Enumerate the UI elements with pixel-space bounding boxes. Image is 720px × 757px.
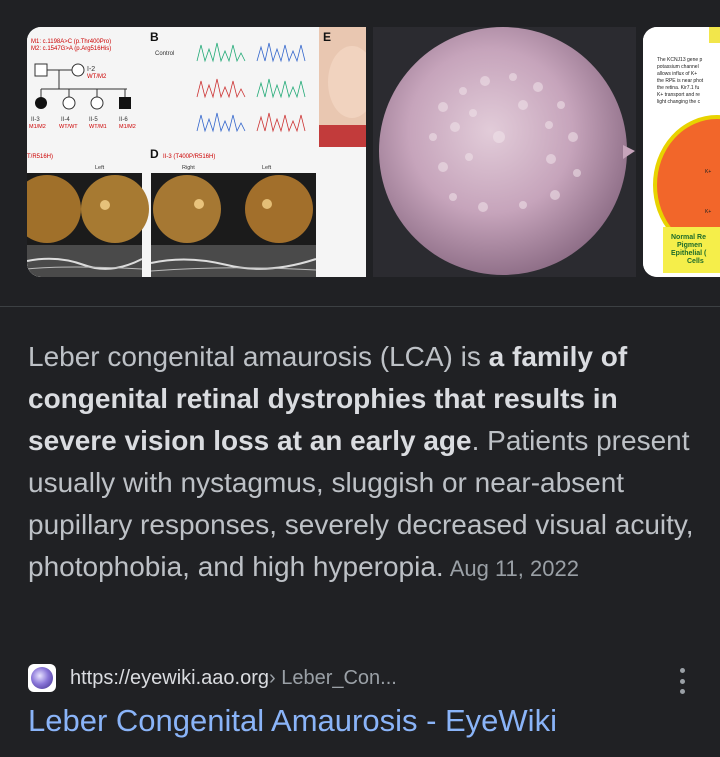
more-vert-icon[interactable] bbox=[672, 668, 692, 694]
control-label: Control bbox=[155, 51, 174, 57]
featured-snippet-text: Leber congenital amaurosis (LCA) is a fa… bbox=[28, 336, 698, 590]
genetics-figure-graphic: M1: c.1198A>C (p.Thr400Pro) M2: c.1547G>… bbox=[27, 27, 366, 277]
diagram-line-5: the retina. Kir7.1 fu bbox=[657, 85, 699, 91]
pedigree-ii5: II-5 bbox=[89, 117, 98, 123]
panel-b-label: B bbox=[150, 30, 159, 44]
fundus-photo-image[interactable] bbox=[373, 27, 636, 277]
pedigree-ii6-genotype: M1/M2 bbox=[119, 124, 136, 130]
pedigree-i2-genotype: WT/M2 bbox=[87, 74, 107, 80]
pedigree-ii4-genotype: WT/WT bbox=[59, 124, 78, 130]
panel-d-label: D bbox=[150, 147, 159, 161]
snippet-date: Aug 11, 2022 bbox=[449, 556, 579, 581]
pedigree-i2: I-2 bbox=[87, 66, 95, 73]
source-url[interactable]: https://eyewiki.aao.org bbox=[70, 667, 269, 690]
pedigree-ii4: II-4 bbox=[61, 117, 70, 123]
diagram-line-4: the RPE is near phot bbox=[657, 78, 704, 84]
mutation-1-text: M1: c.1198A>C (p.Thr400Pro) bbox=[31, 39, 111, 45]
rpe-diagram-image[interactable]: The KCNJ13 gene p potassium channel allo… bbox=[643, 27, 720, 277]
eyewiki-favicon-icon bbox=[28, 664, 56, 692]
diagram-line-3: allows influx of K+ bbox=[657, 71, 697, 77]
panel-e-label: E bbox=[323, 30, 331, 44]
rpe-diagram-graphic: The KCNJ13 gene p potassium channel allo… bbox=[643, 27, 720, 277]
pedigree-ii3-genotype: M1/M2 bbox=[29, 124, 46, 130]
diagram-line-6: K+ transport and re bbox=[657, 92, 700, 98]
pedigree-ii5-genotype: WT/M1 bbox=[89, 124, 107, 130]
image-carousel: M1: c.1198A>C (p.Thr400Pro) M2: c.1547G>… bbox=[0, 0, 720, 300]
panel-d-genotype: II-3 (T400P/R516H) bbox=[163, 154, 215, 160]
left-group-label: T/R516H) bbox=[27, 154, 53, 160]
source-breadcrumb[interactable]: › Leber_Con... bbox=[269, 667, 397, 690]
diagram-line-1: The KCNJ13 gene p bbox=[657, 57, 703, 63]
left-eye-label-1: Left bbox=[95, 165, 105, 171]
genetics-figure-image[interactable]: M1: c.1198A>C (p.Thr400Pro) M2: c.1547G>… bbox=[27, 27, 366, 277]
pedigree-ii6: II-6 bbox=[119, 117, 128, 123]
result-title-link[interactable]: Leber Congenital Amaurosis - EyeWiki bbox=[28, 700, 557, 742]
diagram-line-7: light changing the c bbox=[657, 99, 701, 105]
snippet-text-part-1: Leber congenital amaurosis (LCA) is bbox=[28, 341, 489, 372]
left-eye-label-2: Left bbox=[262, 165, 272, 171]
diagram-line-2: potassium channel bbox=[657, 64, 699, 70]
fundus-photo-graphic bbox=[373, 27, 636, 277]
source-row[interactable]: https://eyewiki.aao.org › Leber_Con... bbox=[28, 664, 397, 692]
diagram-k-2: K+ bbox=[705, 209, 711, 215]
section-divider bbox=[0, 306, 720, 307]
right-eye-label: Right bbox=[182, 165, 195, 171]
mutation-2-text: M2: c.1547G>A (p.Arg516His) bbox=[31, 46, 111, 52]
diagram-k-1: K+ bbox=[705, 169, 711, 175]
pedigree-ii3: II-3 bbox=[31, 117, 40, 123]
